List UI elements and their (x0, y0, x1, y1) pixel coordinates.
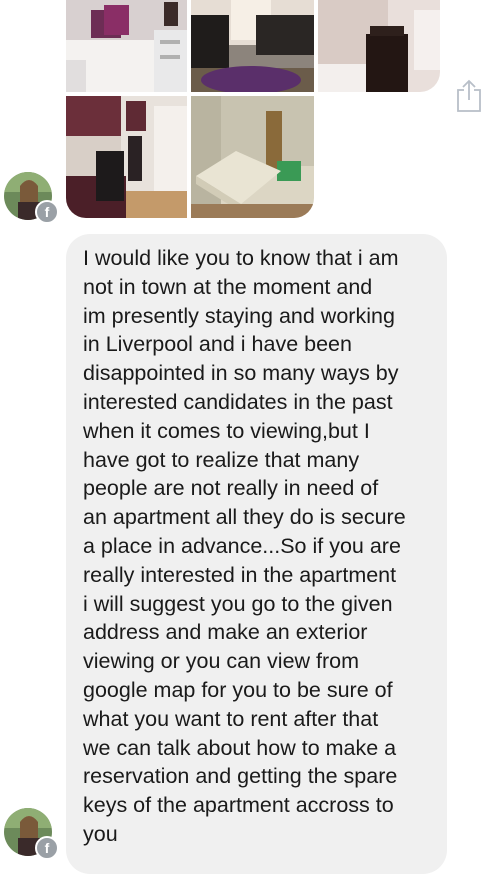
living-room-photo[interactable] (191, 0, 314, 92)
facebook-badge-icon-bottom: f (35, 836, 59, 860)
mattress-room-photo[interactable] (191, 96, 314, 218)
bedroom-photo[interactable] (66, 0, 187, 92)
kitchen-photo[interactable] (66, 96, 187, 218)
message-text: I would like you to know that i am not i… (83, 246, 406, 846)
share-icon[interactable] (455, 78, 483, 114)
facebook-badge-icon: f (35, 200, 59, 224)
bathroom-photo[interactable] (318, 0, 440, 92)
message-bubble[interactable]: I would like you to know that i am not i… (66, 234, 447, 874)
